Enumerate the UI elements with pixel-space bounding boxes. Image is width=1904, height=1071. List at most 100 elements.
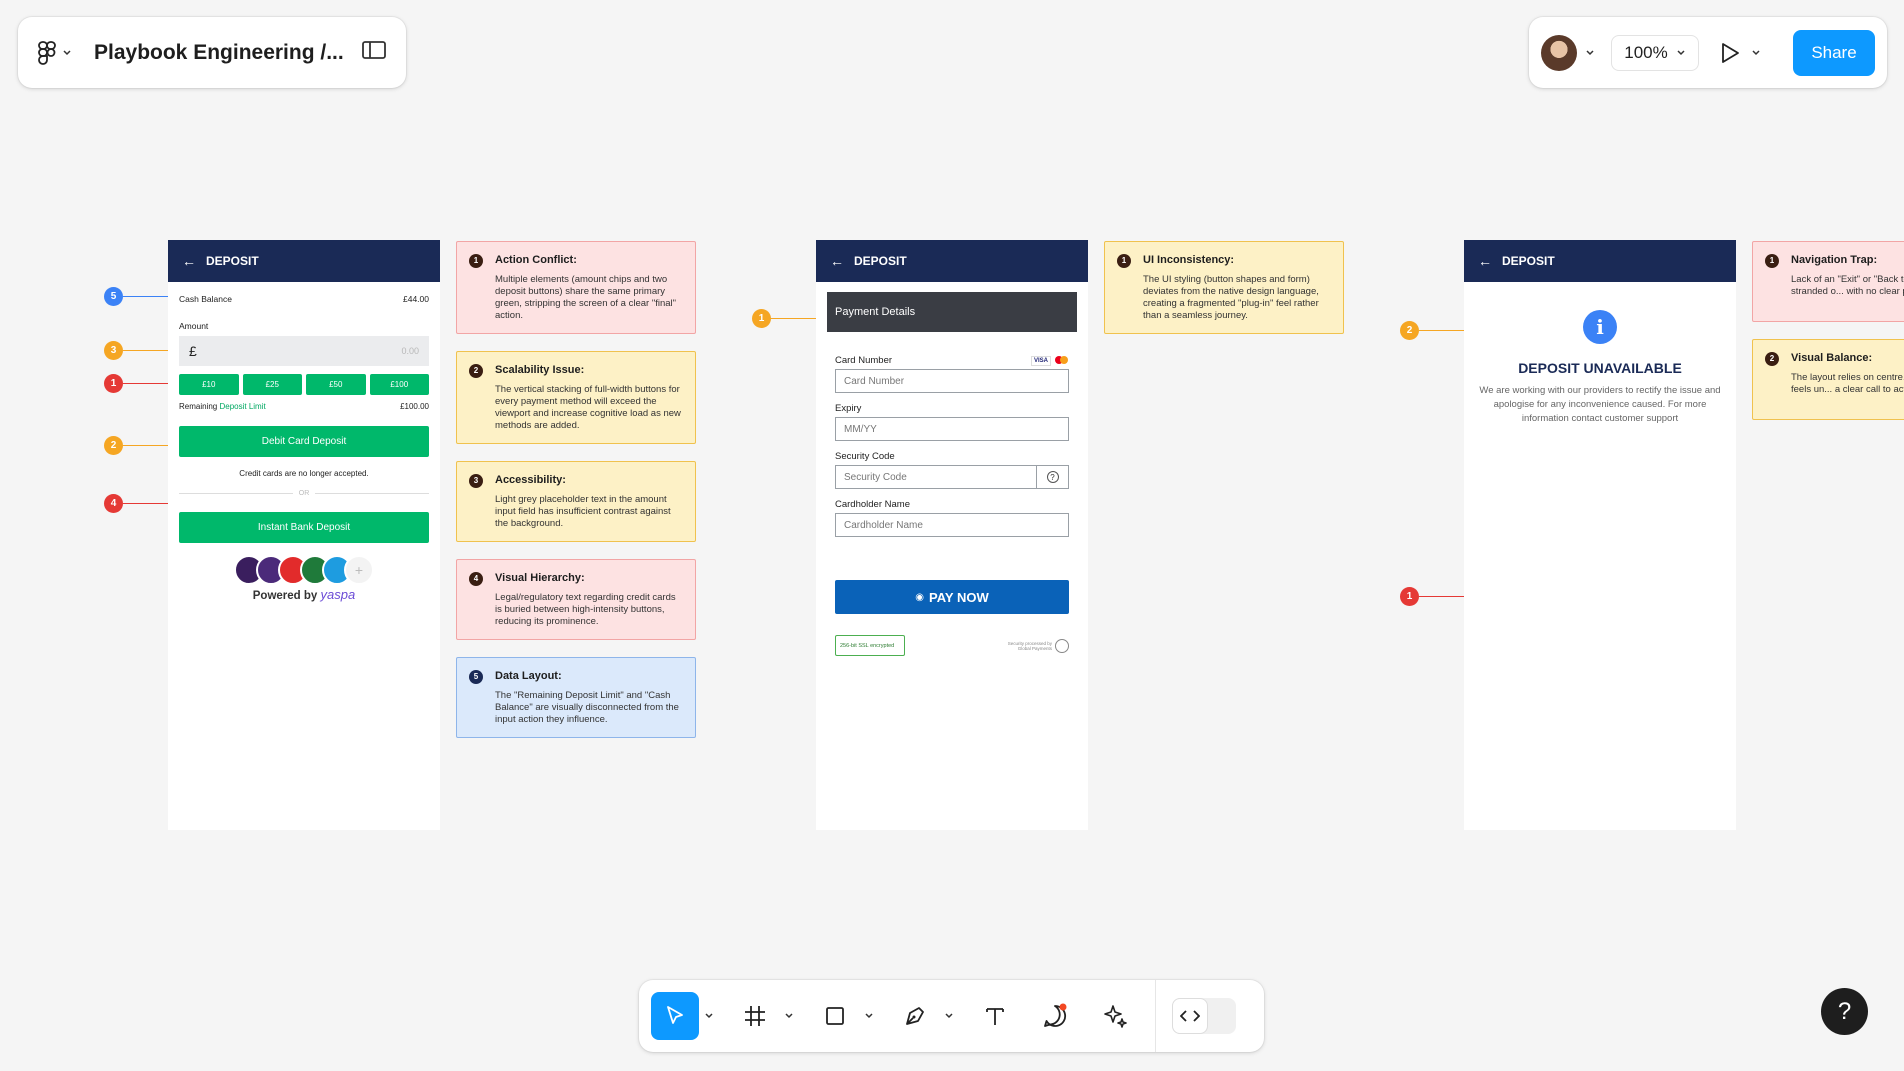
chevron-down-icon[interactable] [939,1011,959,1021]
powered-by-label: Powered by [252,590,318,602]
note-number: 1 [1117,254,1131,268]
debit-card-deposit-button[interactable]: Debit Card Deposit [179,426,429,457]
card-number-input[interactable]: Card Number [835,369,1069,393]
header-title: DEPOSIT [854,254,907,268]
annotation-note: 3 Accessibility: Light grey placeholder … [456,461,696,542]
note-body: Lack of an "Exit" or "Back to ... leaves… [1791,274,1904,297]
cardholder-name-input[interactable]: Cardholder Name [835,513,1069,537]
info-icon: i [1583,310,1617,344]
amount-chip[interactable]: £10 [179,374,239,395]
chevron-down-icon[interactable] [1751,48,1761,58]
amount-input[interactable]: £ 0.00 [179,336,429,366]
note-number: 1 [469,254,483,268]
chevron-down-icon[interactable] [1585,48,1595,58]
note-number: 5 [469,670,483,684]
text-icon [986,1008,1004,1025]
annotation-marker[interactable]: 1 [1400,587,1419,606]
toolbar-divider [1155,980,1156,1052]
ai-tool-button[interactable] [1091,992,1139,1040]
back-arrow-icon[interactable]: ← [182,253,196,269]
cash-balance-value: £44.00 [403,294,429,304]
cash-balance-label: Cash Balance [179,294,232,304]
move-tool-button[interactable] [651,992,699,1040]
dev-mode-toggle[interactable] [1172,998,1236,1034]
annotation-marker[interactable]: 1 [104,374,123,393]
security-code-input[interactable]: Security Code [835,465,1037,489]
rectangle-tool-button[interactable] [811,992,859,1040]
currency-symbol: £ [189,343,197,359]
powered-by: Powered by yaspa [179,587,429,602]
note-title: Data Layout: [495,670,562,682]
annotation-marker[interactable]: 5 [104,287,123,306]
rectangle-icon [826,1007,844,1025]
note-title: Accessibility: [495,474,566,486]
marker-line [123,350,168,351]
expiry-input[interactable]: MM/YY [835,417,1069,441]
note-body: Light grey placeholder text in the amoun… [495,494,671,529]
pen-icon [906,1007,924,1025]
visa-icon: VISA [1030,355,1051,366]
note-number: 2 [1765,352,1779,366]
note-title: Navigation Trap: [1791,254,1878,266]
annotation-marker[interactable]: 2 [104,436,123,455]
deposit-limit-link[interactable]: Deposit Limit [219,402,265,411]
note-title: Visual Balance: [1791,352,1873,364]
lock-icon: ◉ [915,591,924,603]
security-help-button[interactable]: ? [1037,465,1069,489]
back-arrow-icon[interactable]: ← [1478,253,1492,269]
screen-header: ← DEPOSIT [168,240,440,282]
help-button[interactable]: ? [1821,988,1868,1035]
annotation-marker[interactable]: 4 [104,494,123,513]
expiry-label: Expiry [835,403,862,414]
user-avatar[interactable] [1541,34,1577,71]
chevron-down-icon[interactable] [779,1011,799,1021]
note-body: Multiple elements (amount chips and two … [495,274,677,321]
marker-line [1419,330,1464,331]
annotation-note: 5 Data Layout: The "Remaining Deposit Li… [456,657,696,738]
text-tool-button[interactable] [971,992,1019,1040]
screen-header: ← DEPOSIT [1464,240,1736,282]
file-title-bar: Playbook Engineering /... [18,17,406,88]
chevron-down-icon[interactable] [699,1011,719,1021]
frame-tool-button[interactable] [731,992,779,1040]
screen-header: ← DEPOSIT [816,240,1088,282]
unavailable-message: We are working with our providers to rec… [1479,385,1721,424]
annotation-note: 1 UI Inconsistency: The UI styling (butt… [1104,241,1344,334]
marker-line [123,445,168,446]
chevron-down-icon [1677,49,1685,55]
payment-details-header: Payment Details [827,292,1077,332]
instant-bank-deposit-button[interactable]: Instant Bank Deposit [179,512,429,543]
note-number: 2 [469,364,483,378]
annotation-note: 2 Visual Balance: The layout relies on c… [1752,339,1904,420]
deposit-screen-2: ← DEPOSIT Payment Details Card Number VI… [816,240,1088,830]
annotation-marker[interactable]: 3 [104,341,123,360]
header-title: DEPOSIT [206,254,259,268]
marker-line [1419,596,1464,597]
annotation-note: 1 Action Conflict: Multiple elements (am… [456,241,696,334]
sidebar-toggle-icon[interactable] [362,40,386,65]
figma-menu-icon[interactable] [38,40,72,65]
remaining-label: Remaining [179,402,218,411]
note-body: The vertical stacking of full-width butt… [495,384,681,431]
note-body: Legal/regulatory text regarding credit c… [495,592,676,627]
pay-now-label: PAY NOW [929,589,989,605]
header-title: DEPOSIT [1502,254,1555,268]
zoom-dropdown[interactable]: 100% [1611,34,1699,71]
amount-chip[interactable]: £50 [306,374,366,395]
back-arrow-icon[interactable]: ← [830,253,844,269]
pay-now-button[interactable]: ◉ PAY NOW [835,580,1069,614]
chevron-down-icon[interactable] [859,1011,879,1021]
annotation-marker[interactable]: 1 [752,309,771,328]
pen-tool-button[interactable] [891,992,939,1040]
share-button[interactable]: Share [1793,29,1875,76]
note-body: The layout relies on centre... empty fie… [1791,372,1904,395]
note-title: Action Conflict: [495,254,577,266]
play-icon[interactable] [1719,41,1741,65]
note-number: 3 [469,474,483,488]
amount-chip[interactable]: £25 [242,374,302,395]
comment-tool-button[interactable] [1031,992,1079,1040]
amount-chip[interactable]: £100 [369,374,429,395]
security-code-label: Security Code [835,451,895,462]
file-title[interactable]: Playbook Engineering /... [94,41,362,65]
annotation-marker[interactable]: 2 [1400,321,1419,340]
